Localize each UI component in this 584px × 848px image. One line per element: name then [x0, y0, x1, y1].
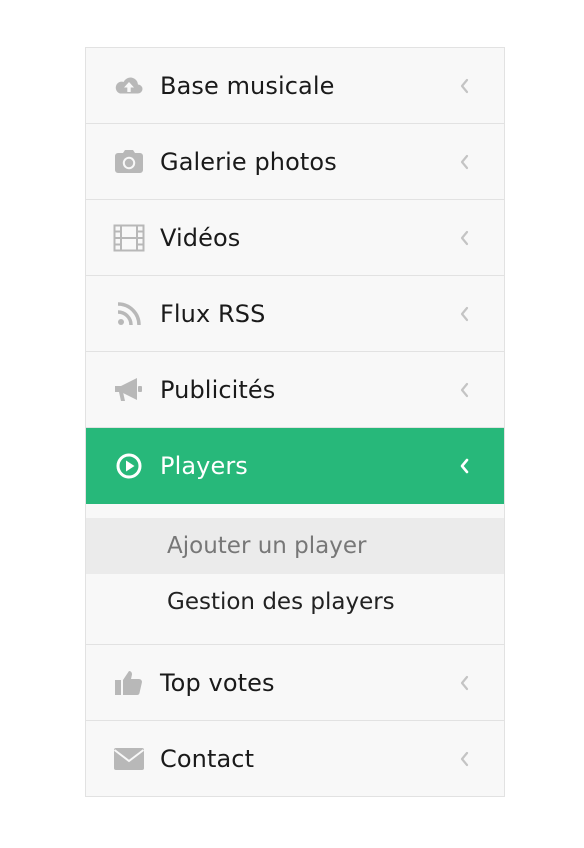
menu-item-label: Flux RSS	[160, 299, 266, 328]
submenu-item-ajouter-un-player[interactable]: Ajouter un player	[86, 518, 504, 574]
bullhorn-icon	[113, 374, 145, 406]
submenu-item-gestion-des-players[interactable]: Gestion des players	[86, 574, 504, 630]
chevron-left-icon	[458, 750, 470, 768]
menu-item-label: Top votes	[160, 668, 275, 697]
film-icon	[113, 222, 145, 254]
menu-item-label: Players	[160, 451, 248, 480]
thumbs-up-icon	[113, 667, 145, 699]
chevron-left-icon	[458, 229, 470, 247]
cloud-upload-icon	[113, 70, 145, 102]
menu-item-top-votes[interactable]: Top votes	[86, 645, 504, 721]
chevron-left-icon	[458, 77, 470, 95]
chevron-left-icon	[458, 457, 470, 475]
sidebar-menu: Base musicale Galerie photos Vidéos Flux…	[85, 47, 505, 797]
menu-item-galerie-photos[interactable]: Galerie photos	[86, 124, 504, 200]
camera-icon	[113, 146, 145, 178]
menu-item-label: Vidéos	[160, 223, 241, 252]
menu-item-contact[interactable]: Contact	[86, 721, 504, 797]
chevron-left-icon	[458, 305, 470, 323]
play-circle-icon	[113, 450, 145, 482]
menu-item-publicites[interactable]: Publicités	[86, 352, 504, 428]
players-submenu: Ajouter un player Gestion des players	[86, 504, 504, 645]
chevron-left-icon	[458, 674, 470, 692]
menu-item-label: Base musicale	[160, 71, 335, 100]
menu-item-label: Publicités	[160, 375, 276, 404]
menu-item-label: Contact	[160, 744, 255, 773]
menu-item-label: Galerie photos	[160, 147, 337, 176]
menu-item-flux-rss[interactable]: Flux RSS	[86, 276, 504, 352]
rss-icon	[113, 298, 145, 330]
menu-item-videos[interactable]: Vidéos	[86, 200, 504, 276]
chevron-left-icon	[458, 153, 470, 171]
menu-item-base-musicale[interactable]: Base musicale	[86, 48, 504, 124]
envelope-icon	[113, 743, 145, 775]
menu-item-players[interactable]: Players	[86, 428, 504, 504]
chevron-left-icon	[458, 381, 470, 399]
